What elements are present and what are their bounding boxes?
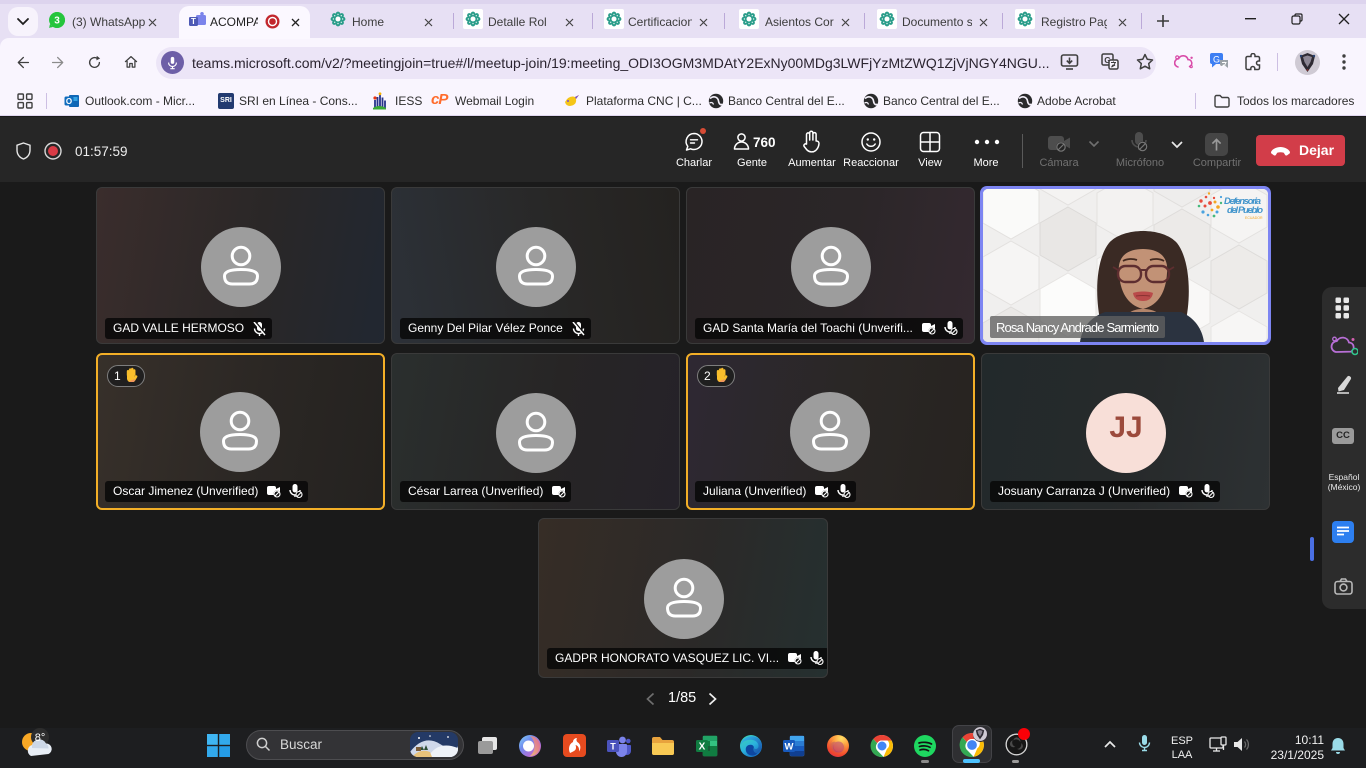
svg-text:8°: 8° bbox=[35, 732, 46, 744]
svg-text:Rosa Nancy Andrade Sarmiento: Rosa Nancy Andrade Sarmiento bbox=[996, 320, 1159, 335]
svg-text:T: T bbox=[610, 742, 616, 752]
svg-text:O: O bbox=[66, 97, 72, 106]
svg-text:G: G bbox=[1213, 55, 1220, 65]
svg-text:ECUADOR: ECUADOR bbox=[1245, 216, 1263, 220]
svg-text:3: 3 bbox=[54, 16, 60, 27]
svg-text:X: X bbox=[699, 742, 706, 753]
svg-text:del Pueblo: del Pueblo bbox=[1227, 205, 1263, 216]
svg-text:T: T bbox=[191, 17, 196, 26]
svg-text:W: W bbox=[785, 742, 794, 753]
